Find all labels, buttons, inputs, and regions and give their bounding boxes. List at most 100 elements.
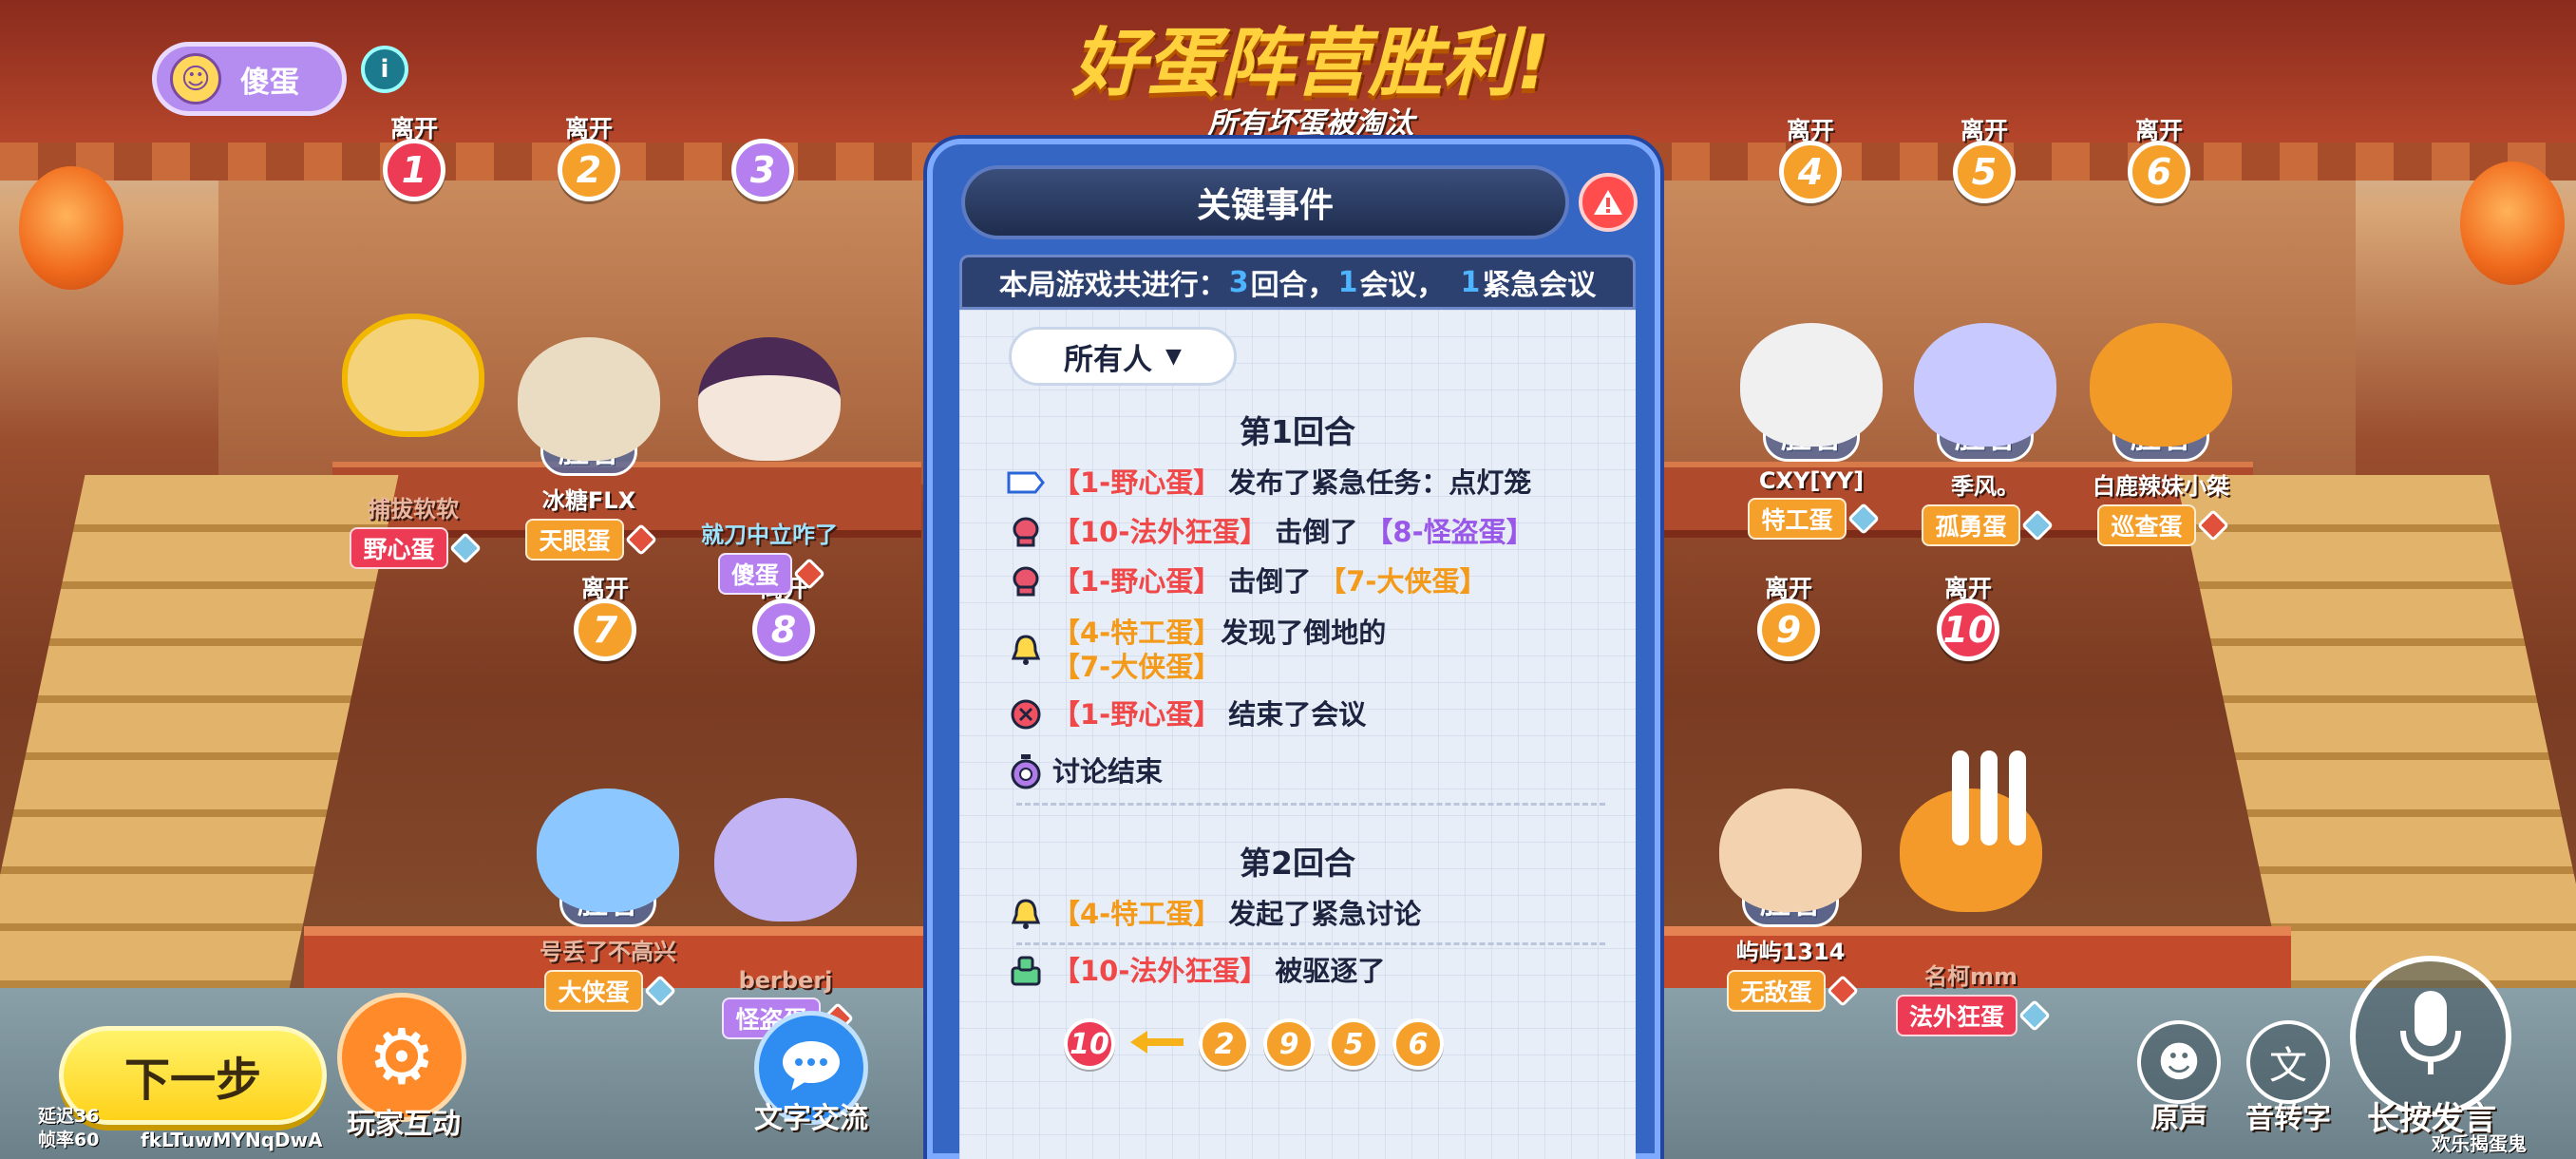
player-name: berberj — [738, 967, 833, 994]
seat-number: 4 — [1779, 141, 1842, 203]
player-9[interactable]: 胜者 屿屿1314 无敌蛋 — [1691, 788, 1890, 1012]
seat-4: 离开 4 — [1779, 112, 1842, 203]
voice-to-text-label: 音转字 — [2245, 1102, 2331, 1135]
voted-out-number: 10 — [1064, 1018, 1115, 1070]
event-item: 【1-野心蛋】 击倒了 【7-大侠蛋】 — [1007, 564, 1487, 598]
chat-bubble-icon — [778, 1037, 844, 1098]
event-item: 【1-野心蛋】 结束了会议 — [1007, 697, 1366, 732]
player-avatar — [1719, 788, 1862, 912]
event-target: 【8-怪盗蛋】 — [1365, 516, 1534, 548]
player-name: CXY[YY] — [1758, 467, 1865, 494]
event-actor: 【10-法外狂蛋】 — [1052, 516, 1268, 548]
seat-5: 离开 5 — [1953, 112, 2016, 203]
lantern-right — [2460, 162, 2565, 285]
arrow-left-icon — [1128, 1028, 1185, 1060]
boxing-glove-icon — [1007, 564, 1045, 598]
player-8[interactable]: berberj 怪盗蛋 — [686, 798, 885, 1039]
egg-face-icon: ☺ — [170, 53, 221, 104]
event-text: 讨论结束 — [1052, 755, 1164, 788]
player-5[interactable]: 胜者 季风。 孤勇蛋 — [1885, 323, 2085, 546]
player-name: 屿屿1314 — [1735, 939, 1846, 965]
player-4[interactable]: 胜者 CXY[YY] 特工蛋 — [1712, 323, 1911, 540]
event-actor: 【1-野心蛋】 — [1052, 565, 1222, 598]
boxing-glove-icon — [1007, 515, 1045, 549]
player-name: 季风。 — [1951, 473, 2019, 500]
victory-title: 好蛋阵营胜利! — [1071, 21, 1550, 106]
event-actor: 【1-野心蛋】 — [1052, 466, 1222, 499]
event-actor: 【4-特工蛋】 — [1052, 898, 1222, 930]
round-divider — [1016, 803, 1605, 806]
gem-icon — [624, 523, 657, 556]
player-2[interactable]: 胜者 冰糖FLX 天眼蛋 — [489, 337, 689, 560]
seat-status: 离开 — [1960, 117, 2008, 144]
event-text: 发起了紧急讨论 — [1228, 898, 1422, 930]
player-avatar — [342, 314, 484, 437]
player-name: 白鹿辣妹小桀 — [2093, 473, 2229, 500]
gem-icon — [1826, 975, 1859, 1007]
round-1-heading: 第1回合 — [1240, 413, 1355, 450]
fps-text: 帧率60 — [38, 1130, 100, 1150]
role-tag: 法外狂蛋 — [1895, 995, 2017, 1036]
seat-status: 离开 — [389, 115, 438, 142]
filter-label: 所有人 — [1064, 342, 1153, 377]
summary-rounds-label: 回合， — [1250, 269, 1336, 302]
summary-meetings-label: 会议， — [1359, 269, 1446, 302]
role-tag: 野心蛋 — [350, 527, 448, 569]
gem-icon — [2196, 509, 2229, 542]
player-name: 号丢了不高兴 — [540, 939, 676, 965]
event-item: 【10-法外狂蛋】 被驱逐了 — [1007, 954, 1385, 988]
seat-1: 离开 1 — [383, 110, 445, 201]
vote-result: 10 2 9 5 6 — [1064, 1018, 1444, 1070]
event-item: 【1-野心蛋】 发布了紧急任务：点灯笼 — [1007, 466, 1531, 500]
seat-number: 5 — [1953, 141, 2016, 203]
summary-urgent-label: 紧急会议 — [1482, 269, 1597, 302]
summary-prefix: 本局游戏共进行： — [998, 269, 1227, 302]
event-text: 击倒了 — [1228, 565, 1312, 598]
player-1[interactable]: 捕拔软软 野心蛋 — [309, 314, 518, 569]
text-chat-label: 文字交流 — [754, 1102, 868, 1135]
gem-icon — [2018, 999, 2051, 1032]
event-text: 发现了倒地的 — [1221, 617, 1387, 649]
role-tag: 特工蛋 — [1748, 498, 1847, 540]
player-7[interactable]: 胜者 号丢了不高兴 大侠蛋 — [503, 788, 712, 1012]
player-interact-label: 玩家互动 — [347, 1108, 461, 1141]
tag-icon — [1007, 466, 1045, 500]
role-tag: 无敌蛋 — [1727, 970, 1826, 1012]
latency-text: 延迟36 — [38, 1106, 100, 1127]
bell-icon — [1007, 633, 1045, 667]
player-filter-dropdown[interactable]: 所有人 ▼ — [1009, 327, 1237, 386]
event-divider — [1016, 942, 1605, 945]
player-6[interactable]: 胜者 白鹿辣妹小桀 巡查蛋 — [2061, 323, 2261, 546]
seat-number: 10 — [1937, 598, 1999, 661]
my-role-badge[interactable]: ☺ 傻蛋 — [152, 42, 347, 116]
player-3[interactable]: 就刀中立咋了 傻蛋 — [670, 337, 869, 595]
game-summary: 本局游戏共进行： 3 回合， 1 会议， 1 紧急会议 — [959, 255, 1636, 310]
event-target: 【7-大侠蛋】 — [1318, 565, 1487, 598]
event-target: 【7-大侠蛋】 — [1052, 651, 1222, 683]
seat-number: 9 — [1757, 598, 1820, 661]
close-circle-icon — [1007, 697, 1045, 732]
warning-icon[interactable] — [1579, 173, 1638, 232]
player-avatar — [537, 788, 679, 912]
summary-rounds: 3 — [1228, 265, 1249, 299]
lantern-left — [19, 166, 123, 290]
event-item: 【10-法外狂蛋】 击倒了 【8-怪盗蛋】 — [1007, 515, 1534, 549]
info-icon[interactable]: i — [361, 46, 408, 93]
seat-status: 离开 — [1943, 575, 1992, 602]
original-voice-button[interactable]: ☻ — [2137, 1020, 2221, 1104]
voice-to-text-button[interactable]: 文 — [2246, 1020, 2330, 1104]
voice-to-text-icon: 文 — [2269, 1044, 2307, 1088]
gem-icon — [448, 532, 482, 564]
round-2-heading: 第2回合 — [1240, 845, 1355, 882]
seat-7: 离开 7 — [574, 570, 636, 661]
panel-title: 关键事件 — [961, 165, 1569, 239]
chevron-down-icon: ▼ — [1165, 344, 1182, 369]
seat-2: 离开 2 — [558, 110, 620, 201]
event-text: 结束了会议 — [1228, 698, 1367, 731]
seat-number: 3 — [731, 139, 794, 201]
seat-10: 离开 10 — [1937, 570, 1999, 661]
player-avatar — [1914, 323, 2056, 446]
event-text: 发布了紧急任务：点灯笼 — [1228, 466, 1532, 499]
player-avatar — [714, 798, 857, 922]
role-tag: 天眼蛋 — [525, 519, 624, 560]
